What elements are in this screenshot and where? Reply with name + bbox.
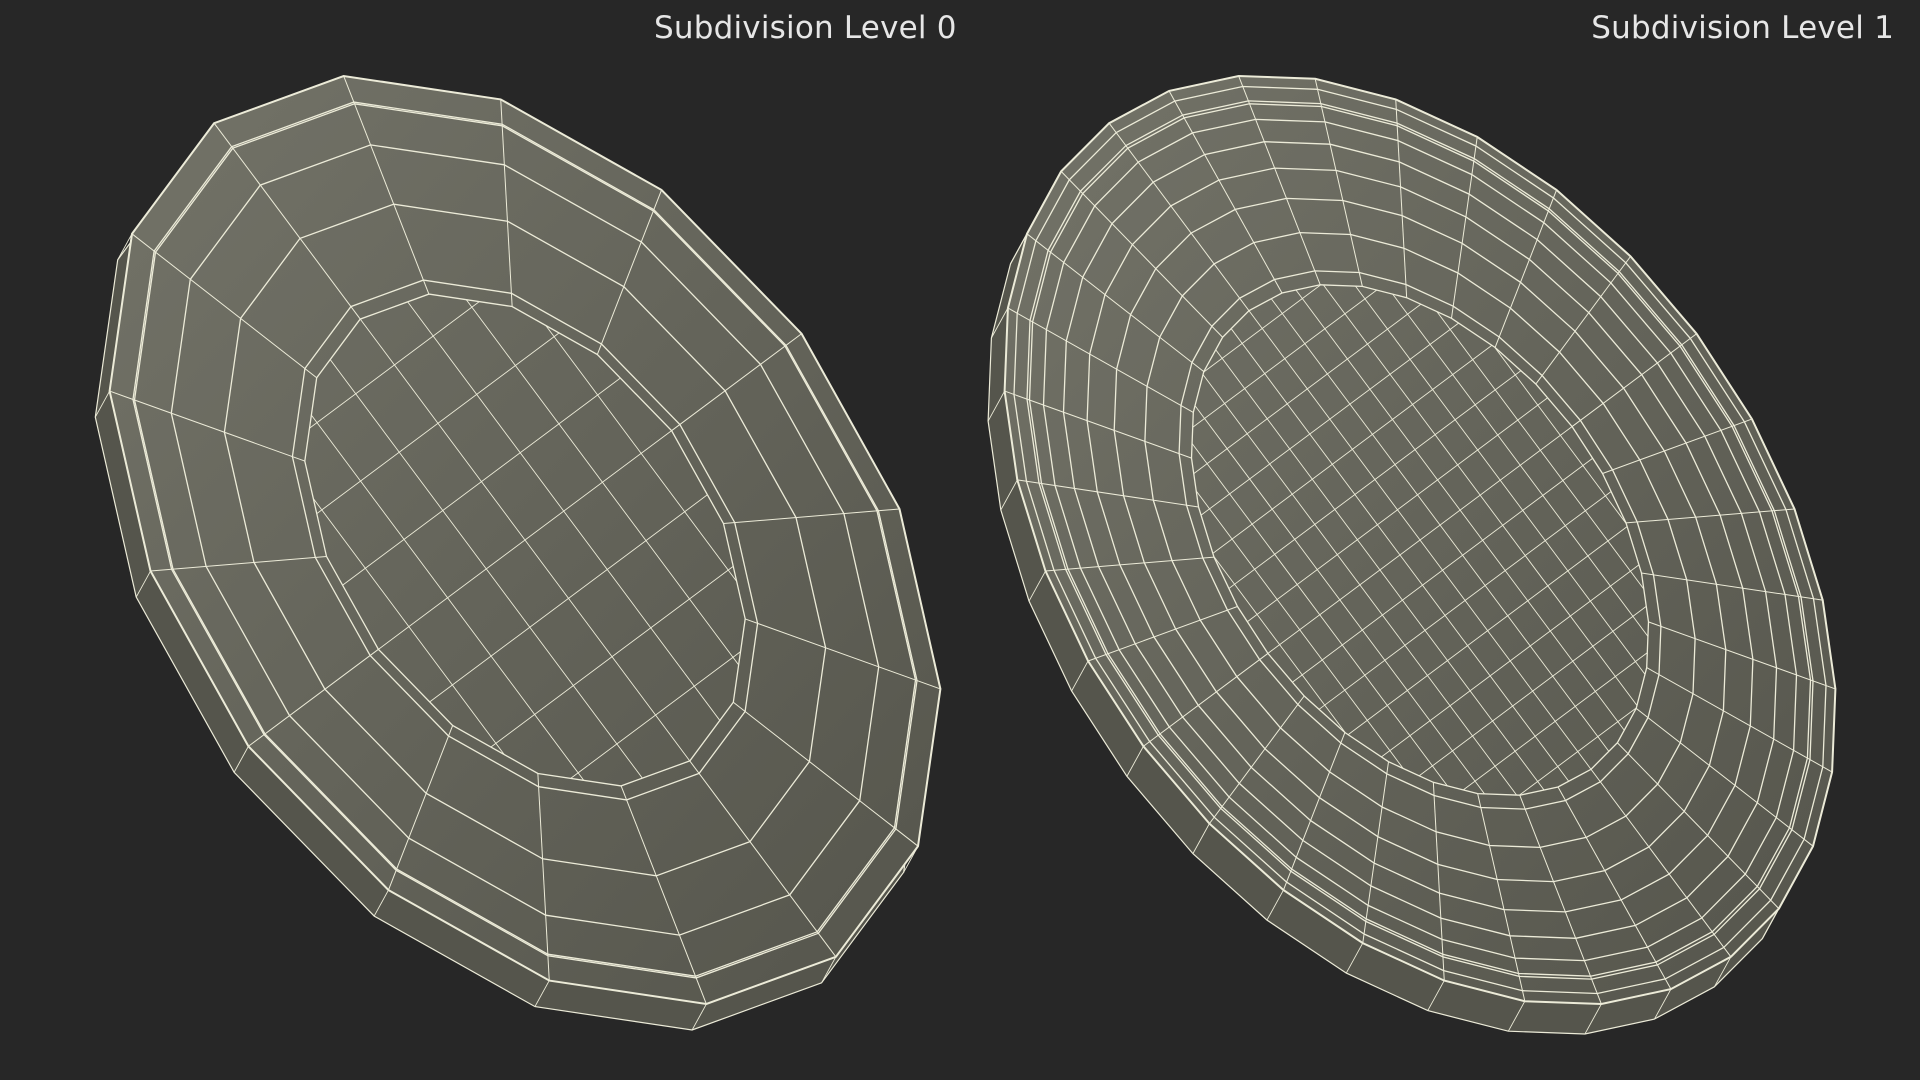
- render-scene: [94, 74, 1837, 1035]
- plate-model-subdivision-0: [94, 74, 942, 1031]
- label-subdivision-level-0: Subdivision Level 0: [654, 10, 957, 46]
- plate-model-subdivision-1: [987, 74, 1837, 1035]
- render-viewport: Subdivision Level 0 Subdivision Level 1: [0, 0, 1920, 1080]
- label-subdivision-level-1: Subdivision Level 1: [1591, 10, 1894, 46]
